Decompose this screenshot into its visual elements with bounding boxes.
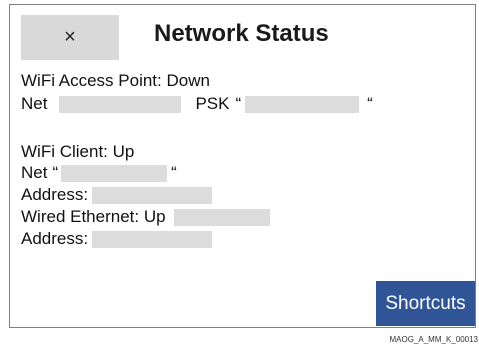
wifi-ap-psk-label: PSK bbox=[195, 94, 230, 113]
wired-address-row: Address: bbox=[21, 229, 213, 249]
close-quote: “ bbox=[367, 94, 373, 113]
shortcuts-button[interactable]: Shortcuts bbox=[376, 281, 475, 326]
redacted-ssid bbox=[61, 164, 168, 182]
wifi-client-address-label: Address: bbox=[21, 185, 89, 204]
wifi-ap-net-label: Net bbox=[21, 94, 48, 113]
close-icon: × bbox=[64, 26, 76, 48]
network-status-dialog: × Network Status WiFi Access Point: Down… bbox=[9, 4, 476, 328]
wired-address-label: Address: bbox=[21, 229, 89, 248]
wifi-client-net-row: Net “ “ bbox=[21, 163, 177, 183]
wifi-client-address-row: Address: bbox=[21, 185, 213, 205]
redacted-ssid bbox=[59, 95, 182, 113]
open-quote: “ bbox=[235, 94, 242, 113]
redacted-psk bbox=[245, 95, 360, 113]
wifi-ap-status: WiFi Access Point: Down bbox=[21, 71, 210, 90]
open-quote: “ bbox=[52, 163, 59, 182]
redacted-address bbox=[92, 230, 213, 248]
dialog-title: Network Status bbox=[154, 20, 329, 47]
wired-status: Wired Ethernet: Up bbox=[21, 207, 166, 226]
close-quote: “ bbox=[171, 163, 177, 182]
wifi-client-status: WiFi Client: Up bbox=[21, 142, 135, 161]
wifi-ap-net-row: Net PSK “ “ bbox=[21, 94, 373, 114]
redacted-wired-info bbox=[173, 208, 270, 226]
wired-status-row: Wired Ethernet: Up bbox=[21, 207, 270, 227]
wifi-client-net-label: Net bbox=[21, 163, 48, 182]
figure-id: MAOG_A_MM_K_00013 bbox=[389, 335, 479, 344]
close-button[interactable]: × bbox=[21, 15, 119, 60]
redacted-address bbox=[92, 186, 213, 204]
